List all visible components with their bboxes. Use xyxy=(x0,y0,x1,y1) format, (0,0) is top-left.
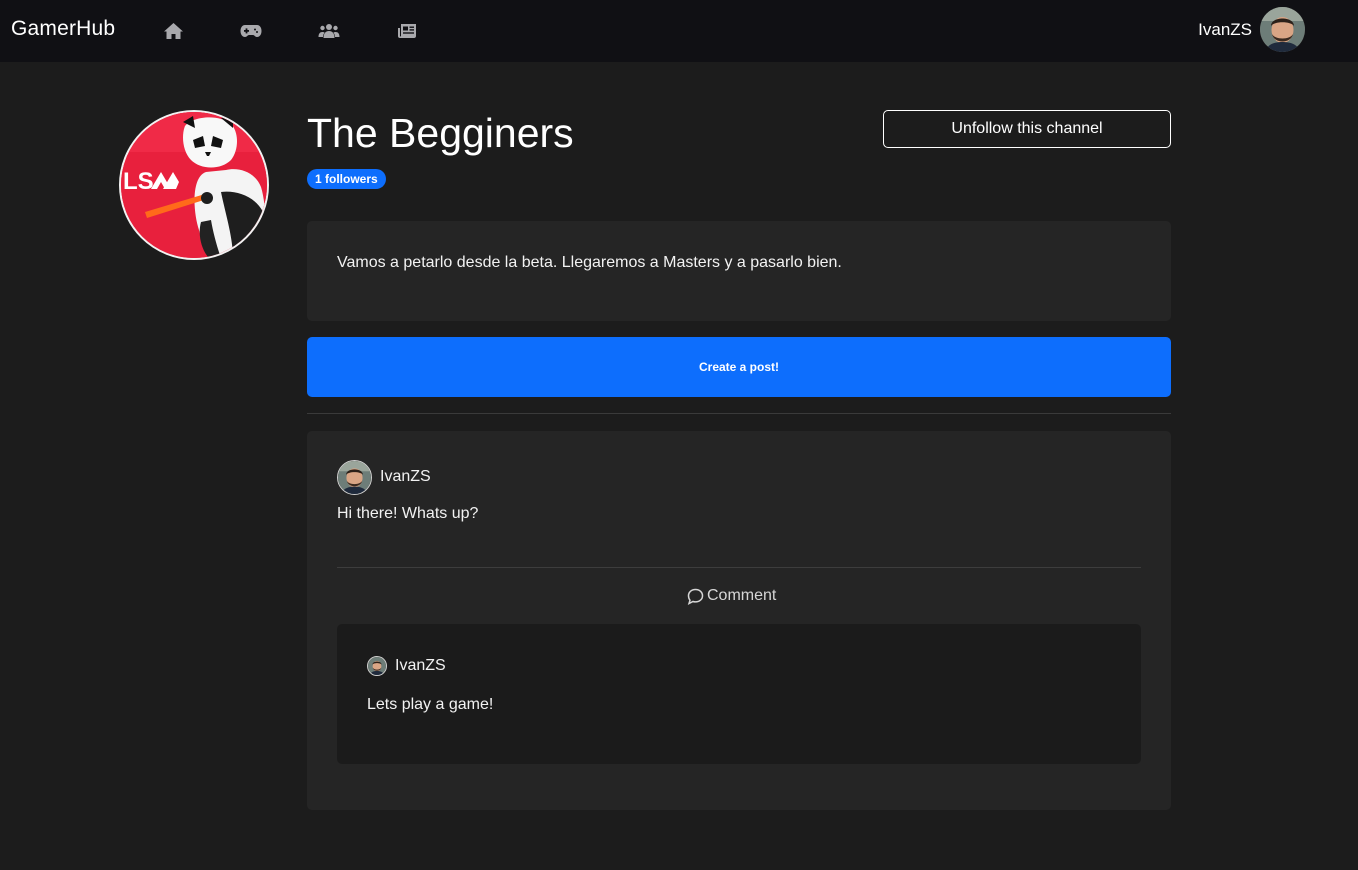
unfollow-channel-button[interactable]: Unfollow this channel xyxy=(883,110,1171,148)
section-divider xyxy=(307,413,1171,414)
channel-title: The Begginers xyxy=(307,110,574,156)
comment-button[interactable]: Comment xyxy=(687,585,776,607)
gamepad-icon[interactable] xyxy=(240,20,262,42)
top-navbar: GamerHub IvanZS xyxy=(0,0,1358,62)
current-user-avatar[interactable] xyxy=(1260,7,1305,52)
brand-logo[interactable]: GamerHub xyxy=(11,17,115,41)
home-icon[interactable] xyxy=(162,20,184,42)
channel-description-card: Vamos a petarlo desde la beta. Llegaremo… xyxy=(307,221,1171,321)
followers-badge: 1 followers xyxy=(307,169,386,189)
create-post-button[interactable]: Create a post! xyxy=(307,337,1171,397)
current-user-name[interactable]: IvanZS xyxy=(1198,20,1252,40)
post-author-name[interactable]: IvanZS xyxy=(380,468,431,486)
users-icon[interactable] xyxy=(318,20,340,42)
post-divider xyxy=(337,567,1141,568)
newspaper-icon[interactable] xyxy=(396,20,418,42)
comment-body: Lets play a game! xyxy=(367,696,494,713)
channel-description: Vamos a petarlo desde la beta. Llegaremo… xyxy=(337,254,842,271)
channel-logo-text: LS xyxy=(123,168,154,195)
post-author-avatar[interactable] xyxy=(337,460,372,495)
comment-author-name[interactable]: IvanZS xyxy=(395,657,446,675)
post-body: Hi there! Whats up? xyxy=(337,505,479,522)
comment-button-label: Comment xyxy=(707,587,777,604)
post-card: IvanZS Hi there! Whats up? Comment IvanZ… xyxy=(307,431,1171,810)
comment-author-avatar[interactable] xyxy=(367,656,387,676)
comment-icon xyxy=(687,588,704,605)
channel-avatar: LS xyxy=(119,110,269,260)
comment-item: IvanZS Lets play a game! xyxy=(337,624,1141,764)
